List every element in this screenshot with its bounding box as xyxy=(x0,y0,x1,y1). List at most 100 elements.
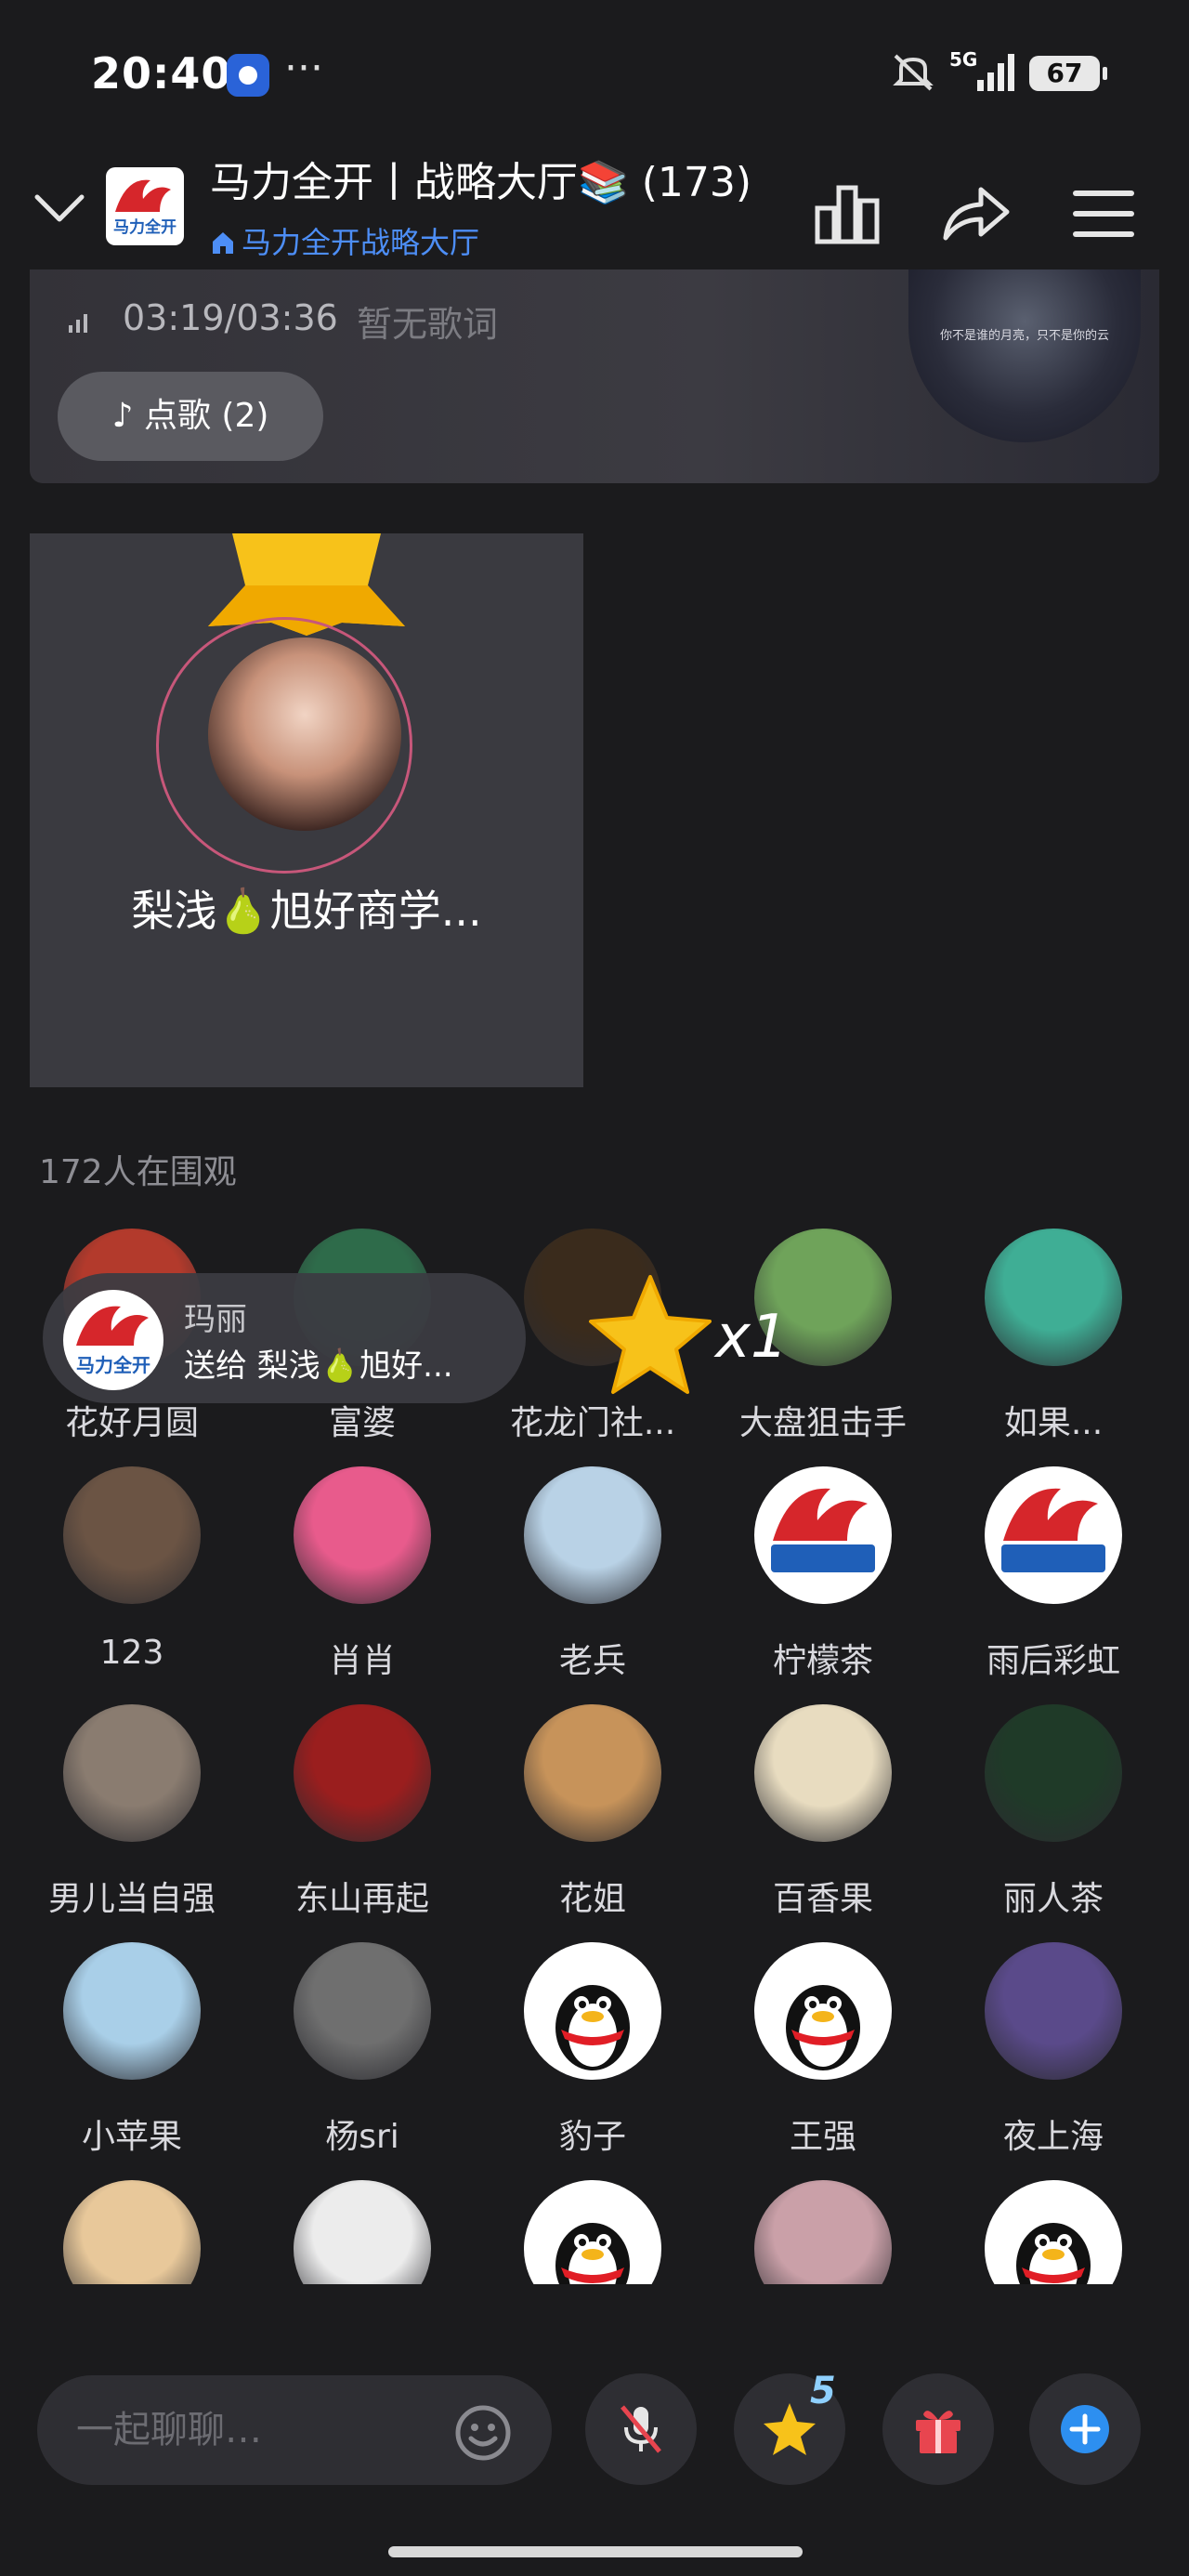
mali-logo-icon: 马力全开 xyxy=(113,179,176,237)
audience-member[interactable]: 豹子 xyxy=(477,1939,708,2176)
member-name: 大盘狙击手 xyxy=(738,1404,907,1442)
leaderboard-icon[interactable] xyxy=(810,177,884,251)
audience-member[interactable] xyxy=(247,2176,477,2284)
more-notifications-icon: ··· xyxy=(284,45,323,92)
qq-penguin-icon xyxy=(555,2223,630,2284)
member-name: 百香果 xyxy=(772,1880,873,1918)
audience-member[interactable]: 百香果 xyxy=(708,1701,938,1939)
teapot-avatar[interactable] xyxy=(985,1704,1122,1842)
mali-logo-avatar[interactable] xyxy=(985,1466,1122,1604)
member-name: 夜上海 xyxy=(1002,2118,1104,2156)
audience-member[interactable]: 如果... xyxy=(938,1225,1169,1463)
network-type: 5G xyxy=(949,48,978,71)
home-icon xyxy=(213,232,233,254)
star-icon xyxy=(764,2403,816,2455)
audience-member[interactable]: 夜上海 xyxy=(938,1939,1169,2176)
group-avatar[interactable]: 马力全开 xyxy=(106,167,184,245)
qq-penguin-avatar[interactable] xyxy=(524,2180,661,2284)
host-seat-card[interactable]: 梨浅🍐旭好商学... xyxy=(30,533,583,1087)
mic-off-button[interactable] xyxy=(585,2373,697,2485)
audience-member[interactable]: 老兵 xyxy=(477,1463,708,1701)
audience-member[interactable]: 王强 xyxy=(708,1939,938,2176)
member-name: 花姐 xyxy=(558,1880,626,1918)
gift-box-icon xyxy=(916,2411,960,2453)
playback-time: 03:19/03:36 xyxy=(123,297,338,338)
member-name: 雨后彩虹 xyxy=(986,1642,1120,1680)
qq-penguin-avatar[interactable] xyxy=(754,1942,892,2080)
audience-member[interactable]: 丽人茶 xyxy=(938,1701,1169,1939)
portrait-man-avatar[interactable] xyxy=(63,1704,201,1842)
gift-sender-name: 玛丽 xyxy=(184,1301,247,1338)
red-pattern-avatar[interactable] xyxy=(294,1704,431,1842)
audience-member[interactable] xyxy=(938,2176,1169,2284)
audience-member[interactable]: 123 xyxy=(17,1463,247,1701)
more-actions-button[interactable] xyxy=(1029,2373,1141,2485)
audience-member[interactable]: 肖肖 xyxy=(247,1463,477,1701)
audience-member[interactable]: 男儿当自强 xyxy=(17,1701,247,1939)
plus-icon xyxy=(1061,2405,1109,2453)
collapse-chevron-icon[interactable] xyxy=(33,190,85,227)
lyrics-text: 暂无歌词 xyxy=(357,304,499,345)
member-name: 如果... xyxy=(1003,1404,1104,1442)
calligraphy-sign-avatar[interactable] xyxy=(985,1942,1122,2080)
gift-star-icon xyxy=(589,1275,712,1394)
mali-logo-avatar[interactable] xyxy=(754,1466,892,1604)
baidu-paw-icon xyxy=(227,54,269,97)
audience-member[interactable]: 东山再起 xyxy=(247,1701,477,1939)
audience-member[interactable]: 雨后彩虹 xyxy=(938,1463,1169,1701)
bell-mute-icon xyxy=(893,54,934,91)
audience-member[interactable]: 小苹果 xyxy=(17,1939,247,2176)
member-name: 豹子 xyxy=(558,2118,626,2156)
member-name: 丽人茶 xyxy=(1002,1880,1104,1918)
request-song-button[interactable]: ♪ 点歌 (2) xyxy=(58,372,323,461)
audience-member[interactable]: 杨sri xyxy=(247,1939,477,2176)
audience-member[interactable]: 花姐 xyxy=(477,1701,708,1939)
menu-icon[interactable] xyxy=(1066,177,1141,251)
glasses-man-avatar[interactable] xyxy=(524,1466,661,1604)
blonde-child-avatar[interactable] xyxy=(63,2180,201,2284)
qq-penguin-icon xyxy=(1016,2223,1091,2284)
request-song-label: 点歌 (2) xyxy=(143,397,269,435)
home-indicator[interactable] xyxy=(388,2546,803,2557)
sender-avatar: 马力全开 xyxy=(63,1290,163,1390)
album-art[interactable]: 你不是谁的月亮，只不是你的云 xyxy=(908,269,1141,442)
audio-level-icon xyxy=(69,314,87,333)
gift-button[interactable] xyxy=(882,2373,994,2485)
pixel-girl-avatar[interactable] xyxy=(294,1466,431,1604)
group-subtitle[interactable]: 马力全开战略大厅 xyxy=(210,219,479,262)
audience-member[interactable]: 柠檬茶 xyxy=(708,1463,938,1701)
qq-penguin-icon xyxy=(786,1985,860,2070)
host-avatar[interactable] xyxy=(208,637,401,831)
gift-notification: 马力全开 玛丽 送给 梨浅🍐旭好... xyxy=(43,1273,526,1403)
bottom-bar xyxy=(0,2360,1189,2500)
fruit-juice-avatar[interactable] xyxy=(754,1704,892,1842)
gift-count: x1 xyxy=(715,1303,789,1372)
audience-member[interactable] xyxy=(708,2176,938,2284)
audience-member[interactable] xyxy=(477,2176,708,2284)
music-player-card: 03:19/03:36 暂无歌词 ♪ 点歌 (2) 你不是谁的月亮，只不是你的云 xyxy=(30,269,1159,483)
member-name: 男儿当自强 xyxy=(47,1880,216,1918)
star-count-badge: 5 xyxy=(810,2370,836,2412)
watch-count: 172人在围观 xyxy=(39,1153,237,1191)
flowers-avatar[interactable] xyxy=(754,2180,892,2284)
mic-off-icon xyxy=(621,2405,661,2453)
audience-member[interactable] xyxy=(17,2176,247,2284)
qq-penguin-avatar[interactable] xyxy=(985,2180,1122,2284)
member-name: 王强 xyxy=(789,2118,856,2156)
share-icon[interactable] xyxy=(938,177,1013,251)
cartoon-girl-avatar[interactable] xyxy=(985,1229,1122,1366)
mali-logo-icon xyxy=(771,1488,875,1572)
sitting-man-avatar[interactable] xyxy=(294,1942,431,2080)
illustrated-woman-avatar[interactable] xyxy=(524,1704,661,1842)
member-name: 小苹果 xyxy=(81,2118,182,2156)
emoji-icon[interactable] xyxy=(453,2403,513,2463)
gift-text: 送给 梨浅🍐旭好... xyxy=(184,1347,453,1385)
member-name: 花龙门社... xyxy=(509,1404,676,1442)
mali-logo-icon: 马力全开 xyxy=(76,1306,150,1376)
member-name: 肖肖 xyxy=(328,1642,396,1680)
cartoon-boy-avatar[interactable] xyxy=(63,1942,201,2080)
qq-penguin-avatar[interactable] xyxy=(524,1942,661,2080)
clock: 20:40 xyxy=(91,48,232,99)
young-man-avatar[interactable] xyxy=(63,1466,201,1604)
child-boy-avatar[interactable] xyxy=(294,2180,431,2284)
